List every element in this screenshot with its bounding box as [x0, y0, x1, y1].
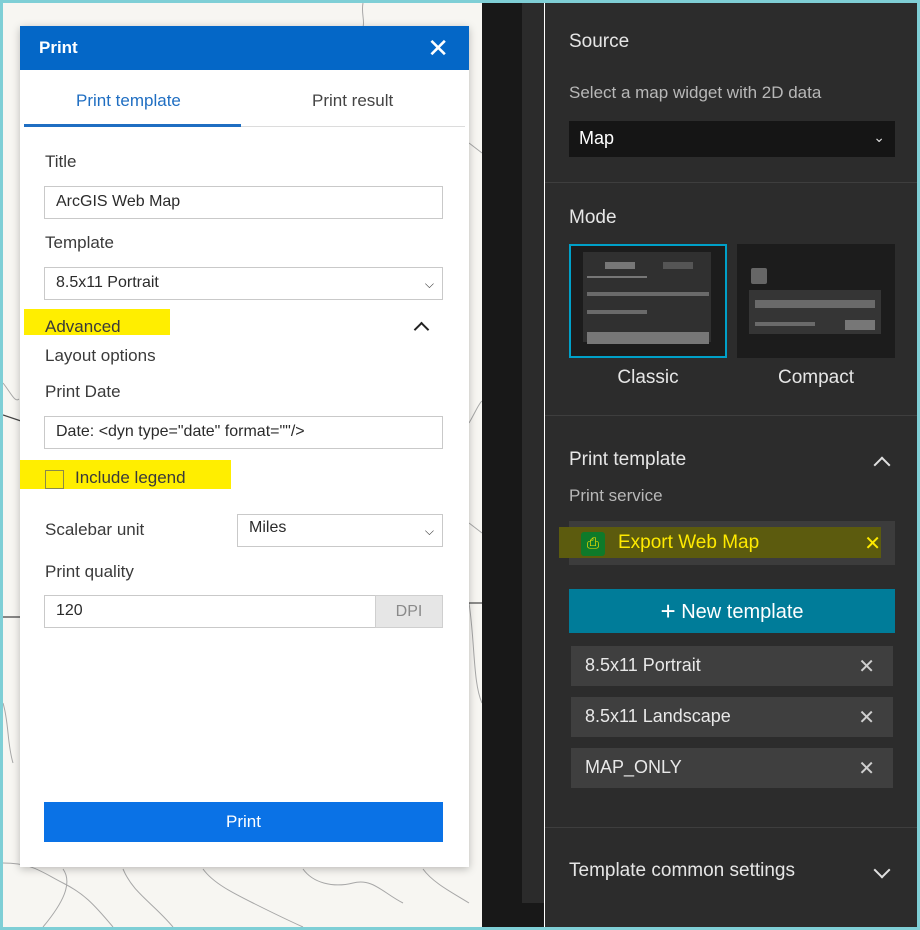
dpi-unit: DPI: [375, 595, 443, 628]
dialog-title: Print: [39, 38, 78, 57]
template-value: 8.5x11 Portrait: [56, 274, 159, 291]
print-date-value: Date: <dyn type="date" format=""/>: [56, 423, 305, 440]
print-date-label: Print Date: [45, 382, 121, 401]
chevron-down-icon[interactable]: [873, 861, 891, 879]
print-quality-label: Print quality: [45, 562, 134, 581]
common-settings-heading[interactable]: Template common settings: [569, 860, 795, 882]
print-dialog: Print ✕ Print template Print result Titl…: [20, 26, 469, 867]
advanced-toggle[interactable]: Advanced: [45, 317, 121, 337]
tab-print-result[interactable]: Print result: [312, 91, 393, 111]
include-legend-checkbox[interactable]: [45, 470, 64, 489]
source-section: [545, 3, 917, 183]
close-icon[interactable]: ✕: [427, 33, 449, 64]
tab-print-template[interactable]: Print template: [76, 91, 181, 111]
include-legend-label[interactable]: Include legend: [75, 468, 186, 488]
print-quality-value: 120: [56, 602, 83, 619]
title-value: ArcGIS Web Map: [56, 193, 181, 210]
mode-section: [545, 183, 917, 416]
chevron-up-icon[interactable]: [413, 321, 430, 338]
chevron-down-icon: ⌵: [424, 524, 434, 538]
template-label: Template: [45, 233, 114, 252]
chevron-down-icon: ⌵: [424, 277, 434, 291]
print-template-section: [545, 416, 917, 828]
title-label: Title: [45, 152, 77, 171]
title-input[interactable]: ArcGIS Web Map: [44, 186, 443, 219]
dialog-header: Print ✕: [20, 26, 469, 70]
layout-options-label: Layout options: [45, 346, 156, 365]
scalebar-select[interactable]: Miles ⌵: [237, 514, 443, 547]
print-date-input[interactable]: Date: <dyn type="date" format=""/>: [44, 416, 443, 449]
scalebar-label: Scalebar unit: [45, 520, 145, 539]
template-select[interactable]: 8.5x11 Portrait ⌵: [44, 267, 443, 300]
print-button[interactable]: Print: [44, 802, 443, 842]
print-quality-input[interactable]: 120: [44, 595, 376, 628]
tab-bar: Print template Print result: [24, 70, 465, 127]
scrollbar[interactable]: [522, 3, 544, 903]
settings-panel: Source Select a map widget with 2D data …: [545, 3, 917, 927]
scalebar-value: Miles: [249, 519, 287, 536]
active-tab-indicator: [24, 124, 241, 127]
